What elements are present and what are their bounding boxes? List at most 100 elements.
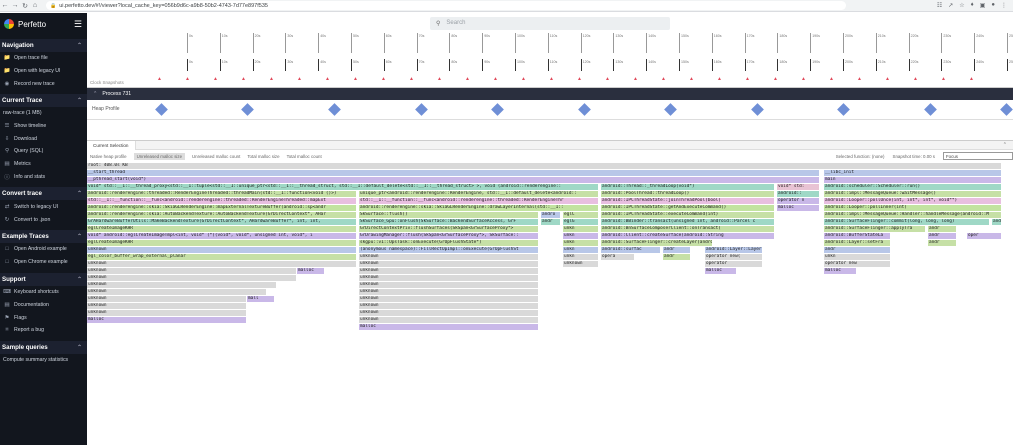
- heap-dump-marker[interactable]: [328, 103, 341, 116]
- snapshot-marker-icon[interactable]: ▲: [605, 76, 610, 82]
- flame-frame[interactable]: android::renderengine::skia::SkiaGLRende…: [359, 205, 599, 211]
- snapshot-marker-icon[interactable]: ▲: [409, 76, 414, 82]
- option-unreleased-size[interactable]: Unreleased malloc size: [133, 152, 186, 160]
- option-total-count[interactable]: Total malloc count: [287, 154, 322, 159]
- flame-frame[interactable]: unkn: [563, 226, 599, 232]
- option-unreleased-count[interactable]: Unreleased malloc count: [192, 154, 240, 159]
- flame-frame[interactable]: malloc: [705, 268, 737, 274]
- flame-frame[interactable]: android::renderengine::skia::AutoBackend…: [87, 212, 357, 218]
- snapshot-marker-icon[interactable]: ▲: [633, 76, 638, 82]
- flame-frame[interactable]: main: [824, 177, 1002, 183]
- flame-frame[interactable]: android::BufferStateLa: [824, 233, 891, 239]
- sidebar-item[interactable]: ☰ Show timeline: [0, 119, 87, 132]
- flame-frame[interactable]: eglG: [563, 219, 599, 225]
- share-icon[interactable]: ↗: [948, 2, 953, 9]
- flame-frame[interactable]: unknown: [87, 275, 297, 281]
- flame-frame[interactable]: android::: [777, 191, 820, 197]
- chevron-icon[interactable]: ⌃: [77, 344, 82, 351]
- sidebar-section-1[interactable]: Current Trace ⌃: [0, 94, 87, 108]
- sidebar-item[interactable]: ◉ Record new trace: [0, 78, 87, 91]
- snapshot-marker-icon[interactable]: ▲: [689, 76, 694, 82]
- flame-frame[interactable]: malloc: [824, 268, 857, 274]
- snapshot-marker-icon[interactable]: ▲: [941, 76, 946, 82]
- flame-frame[interactable]: operator n: [777, 198, 820, 204]
- flame-frame[interactable]: android::SurfaceFlinger::commit(long, lo…: [824, 219, 990, 225]
- flame-frame[interactable]: unknown: [359, 282, 539, 288]
- sidebar-item[interactable]: ▤ Metrics: [0, 158, 87, 171]
- flame-frame[interactable]: unknown: [359, 254, 539, 260]
- flame-frame[interactable]: opera: [601, 254, 635, 260]
- flame-frame[interactable]: unknown: [359, 289, 539, 295]
- extensions-icon[interactable]: ♦: [971, 2, 974, 9]
- sidebar-section-3[interactable]: Example Traces ⌃: [0, 229, 87, 243]
- flame-frame[interactable]: andr: [541, 219, 561, 225]
- flame-frame[interactable]: andr: [928, 240, 957, 246]
- snapshot-marker-icon[interactable]: ▲: [493, 76, 498, 82]
- sidebar-item[interactable]: □ Open Chrome example: [0, 256, 87, 269]
- sidebar-item[interactable]: ▤ Documentation: [0, 298, 87, 311]
- flame-frame[interactable]: android::Layer::Layer(: [705, 247, 763, 253]
- flame-frame[interactable]: unknown: [359, 296, 539, 302]
- snapshot-marker-icon[interactable]: ▲: [969, 76, 974, 82]
- flame-frame[interactable]: eglC: [563, 212, 599, 218]
- bookmark-star-icon[interactable]: ☆: [959, 2, 964, 9]
- sidebar-item[interactable]: ⚲ Query (SQL): [0, 145, 87, 158]
- snapshot-marker-icon[interactable]: ▲: [437, 76, 442, 82]
- snapshot-marker-icon[interactable]: ▲: [157, 76, 162, 82]
- flame-frame[interactable]: unknown: [359, 268, 539, 274]
- back-icon[interactable]: ←: [0, 1, 10, 11]
- flame-frame[interactable]: malloc: [87, 317, 247, 323]
- flame-frame[interactable]: __libc_init: [824, 170, 1002, 176]
- heap-dump-marker[interactable]: [837, 103, 850, 116]
- flame-frame[interactable]: (anonymous namespace)::FillRectOpImpl::o…: [359, 247, 539, 253]
- flame-frame[interactable]: android::IPCThreadState::getAndExecuteCo…: [601, 205, 775, 211]
- snapshot-marker-icon[interactable]: ▲: [717, 76, 722, 82]
- flame-frame[interactable]: unknown: [87, 289, 267, 295]
- snapshot-marker-icon[interactable]: ▲: [297, 76, 302, 82]
- snapshot-marker-icon[interactable]: ▲: [745, 76, 750, 82]
- flame-frame[interactable]: unknown: [87, 247, 357, 253]
- flamegraph[interactable]: root: 408.0s KB __start_thread __libc_init…: [87, 163, 1013, 446]
- flame-frame[interactable]: SkSurface::flush(): [359, 212, 539, 218]
- heap-dump-marker[interactable]: [664, 103, 677, 116]
- snapshot-marker-icon[interactable]: ▲: [381, 76, 386, 82]
- flame-frame[interactable]: std::__1::__function::__func<android::re…: [359, 198, 599, 204]
- flame-frame[interactable]: android::SurfaceFlinger::createLayer(and…: [601, 240, 713, 246]
- flame-frame[interactable]: unknown: [359, 317, 539, 323]
- flame-frame[interactable]: android::BBinder::transact(unsigned int,…: [601, 219, 775, 225]
- heap-profile-track[interactable]: Heap Profile: [87, 100, 1013, 120]
- flame-frame[interactable]: andro: [541, 212, 561, 218]
- flame-frame[interactable]: android::renderengine::skia::SkiaGLRende…: [87, 205, 357, 211]
- flame-frame[interactable]: unknown: [87, 261, 357, 267]
- flame-frame[interactable]: unknown: [87, 310, 247, 316]
- sidebar-item[interactable]: ⇄ Switch to legacy UI: [0, 200, 87, 213]
- flame-frame[interactable]: std::__1::__function::__func<android::re…: [87, 198, 357, 204]
- profile-icon[interactable]: ●: [991, 2, 995, 9]
- snapshot-marker-icon[interactable]: ▲: [577, 76, 582, 82]
- flame-frame[interactable]: malloc: [297, 268, 325, 274]
- heap-dump-marker[interactable]: [415, 103, 428, 116]
- flame-frame[interactable]: android::IPCThreadState::joinThreadPool(…: [601, 198, 775, 204]
- flame-frame[interactable]: skgpu::v1::OpsTask::onExecute(GrOpFlushS…: [359, 240, 539, 246]
- snapshot-marker-icon[interactable]: ▲: [185, 76, 190, 82]
- option-total-size[interactable]: Total malloc size: [247, 154, 279, 159]
- flame-frame[interactable]: unknown: [359, 310, 539, 316]
- flame-frame[interactable]: unknown: [87, 296, 247, 302]
- flame-frame[interactable]: android::surfac: [601, 247, 661, 253]
- flame-frame[interactable]: android::Looper::pollOnce(int, int*, int…: [824, 198, 1002, 204]
- flame-frame[interactable]: unknown: [87, 303, 247, 309]
- tab-current-selection[interactable]: Current Selection: [87, 140, 136, 150]
- process-track-header[interactable]: ⌃ Process 731: [87, 88, 1013, 100]
- flame-frame[interactable]: void* std::__1::__thread_proxy<std::__1:…: [87, 184, 599, 190]
- snapshot-marker-icon[interactable]: ▲: [829, 76, 834, 82]
- heap-dump-marker[interactable]: [578, 103, 591, 116]
- flame-frame[interactable]: andr: [824, 247, 891, 253]
- snapshot-marker-icon[interactable]: ▲: [465, 76, 470, 82]
- flame-frame[interactable]: unknown: [87, 282, 277, 288]
- flame-frame[interactable]: android::Client::createSurface(android::…: [601, 233, 775, 239]
- chevron-icon[interactable]: ⌃: [77, 97, 82, 104]
- panel-toggle-icon[interactable]: ⌃: [1003, 142, 1007, 148]
- sidebar-item[interactable]: ↻ Convert to .json: [0, 213, 87, 226]
- sidebar-section-2[interactable]: Convert trace ⌃: [0, 187, 87, 201]
- sidebar-section-0[interactable]: Navigation ⌃: [0, 39, 87, 52]
